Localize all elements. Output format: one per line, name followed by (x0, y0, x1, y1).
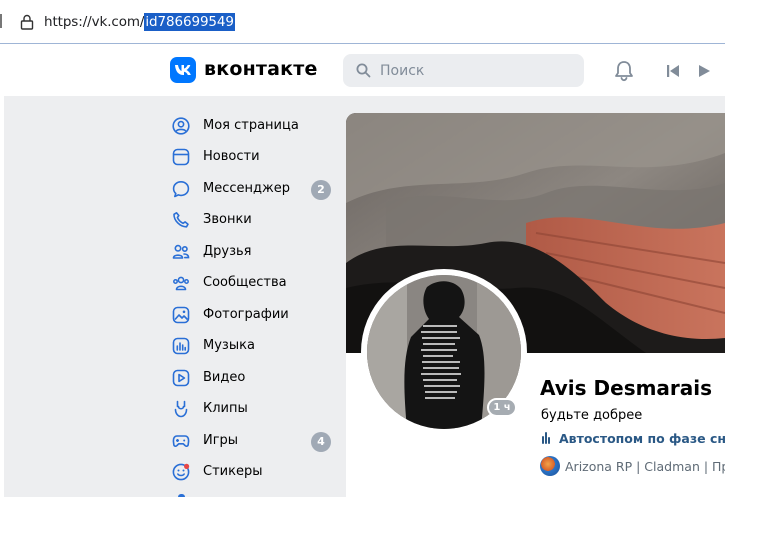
address-bar-edge (0, 14, 2, 28)
sidebar-item-label: Фотографии (203, 307, 289, 322)
sidebar-item-messenger[interactable]: Мессенджер 2 (168, 175, 338, 203)
search-input[interactable] (380, 60, 570, 82)
news-icon (172, 148, 190, 166)
sidebar-item-label: Видео (203, 370, 246, 385)
profile-status[interactable]: будьте добрее (541, 408, 642, 423)
sidebar-item-label: Музыка (203, 338, 255, 353)
sidebar-item-label: Друзья (203, 244, 252, 259)
music-bars-icon (542, 432, 550, 444)
url-selected-text: id786699549 (144, 13, 235, 31)
sidebar-item-photos[interactable]: Фотографии (168, 301, 338, 329)
communities-icon (173, 276, 189, 291)
last-seen-badge: 1 ч (487, 398, 517, 417)
sidebar-item-label: Стикеры (203, 464, 263, 479)
search-box[interactable] (343, 54, 584, 87)
profile-name: Avis Desmarais (540, 376, 713, 400)
games-icon (172, 435, 190, 448)
sidebar-item-friends[interactable]: Друзья (168, 238, 338, 266)
message-icon (172, 181, 190, 198)
url-prefix: https://vk.com/ (44, 14, 145, 30)
sidebar-item-label: Новости (203, 149, 260, 164)
sidebar-item-label: Мессенджер (203, 181, 290, 196)
sidebar-item-communities[interactable]: Сообщества (168, 269, 338, 297)
sidebar-item-my-page[interactable]: Моя страница (168, 112, 338, 140)
sidebar-item-news[interactable]: Новости (168, 143, 338, 171)
sidebar-item-stickers[interactable]: Стикеры (168, 458, 338, 486)
sidebar-item-games[interactable]: Игры 4 (168, 427, 338, 455)
group-avatar-icon (540, 456, 560, 476)
sidebar-item-label: Клипы (203, 401, 248, 416)
sidebar-item-music[interactable]: Музыка (168, 332, 338, 360)
sidebar-item-calls[interactable]: Звонки (168, 206, 338, 234)
profile-group-link[interactable]: Arizona RP | Cladman | Про (540, 456, 725, 476)
friends-icon (172, 244, 190, 259)
sidebar-item-label: Игры (203, 433, 239, 448)
music-track-text: Автостопом по фазе сна (559, 431, 725, 446)
sidebar-item-label: Звонки (203, 212, 252, 227)
music-icon (172, 337, 190, 355)
address-url[interactable]: https://vk.com/id786699549 (44, 13, 235, 31)
sidebar-item-video[interactable]: Видео (168, 364, 338, 392)
vk-header: вконтакте (0, 45, 725, 96)
unread-count-badge: 2 (311, 180, 331, 200)
phone-icon (173, 212, 189, 228)
stickers-icon (172, 463, 190, 481)
clips-icon (174, 400, 188, 418)
sidebar-item-clips[interactable]: Клипы (168, 395, 338, 423)
vk-logo-icon[interactable] (170, 57, 196, 83)
profile-music-link[interactable]: Автостопом по фазе сна (541, 431, 725, 446)
games-count-badge: 4 (311, 432, 331, 452)
browser-address-bar[interactable]: https://vk.com/id786699549 (0, 0, 725, 44)
sidebar-next-item-partial (178, 494, 185, 497)
user-circle-icon (172, 117, 190, 135)
group-text: Arizona RP | Cladman | Про (565, 459, 725, 474)
previous-track-icon[interactable] (666, 64, 680, 78)
search-icon (356, 63, 371, 78)
photo-icon (172, 306, 190, 324)
vk-logo-text[interactable]: вконтакте (204, 58, 318, 80)
sidebar-item-label: Сообщества (203, 275, 287, 290)
notifications-bell-icon[interactable] (613, 60, 635, 82)
video-icon (172, 369, 190, 387)
play-icon[interactable] (697, 64, 711, 78)
lock-icon (20, 14, 34, 30)
sidebar-item-label: Моя страница (203, 118, 299, 133)
